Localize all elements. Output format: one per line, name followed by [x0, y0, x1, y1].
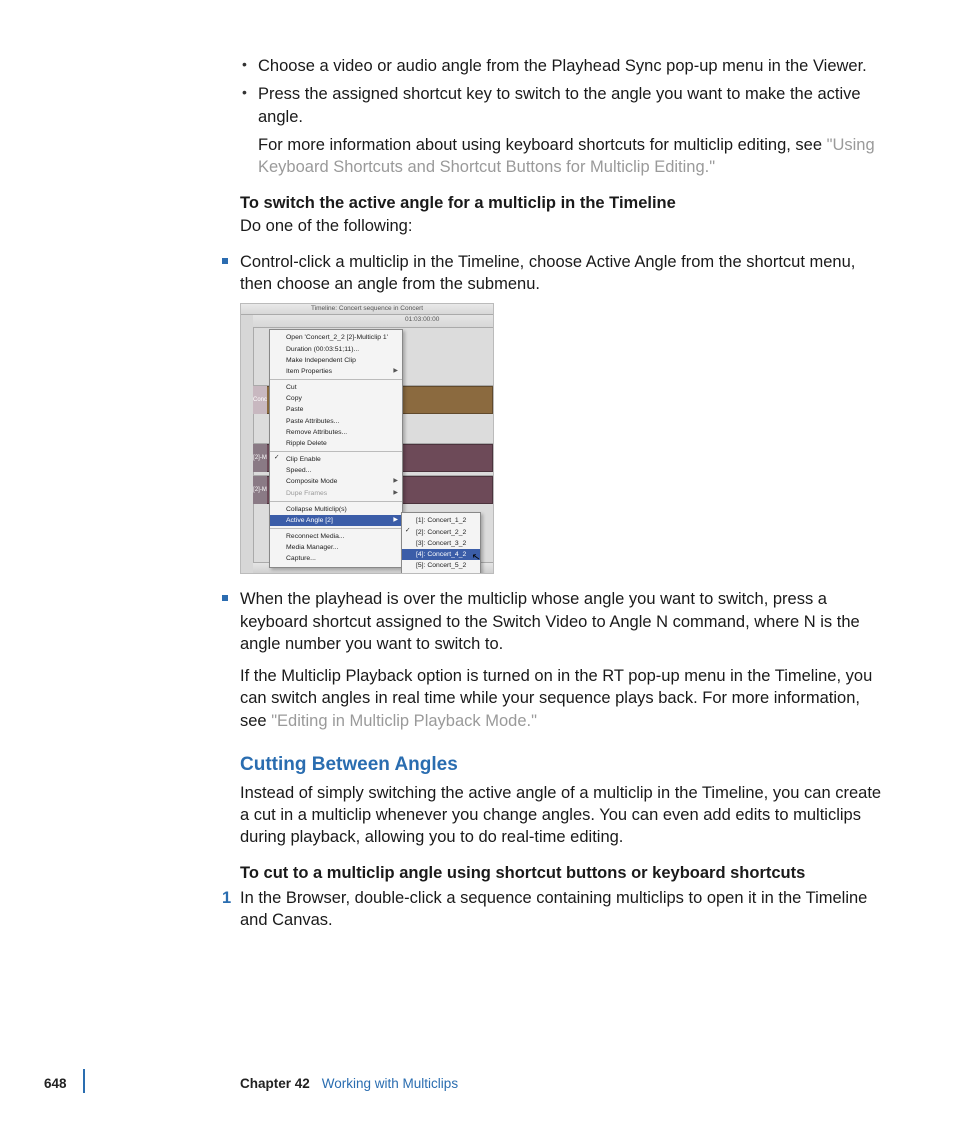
- list-item: When the playhead is over the multiclip …: [240, 588, 885, 732]
- menu-item-label: Active Angle [2]: [286, 517, 333, 524]
- procedure-sub: Do one of the following:: [240, 215, 885, 237]
- submenu-item[interactable]: [5]: Concert_5_2: [402, 560, 480, 571]
- procedure-heading: To cut to a multiclip angle using shortc…: [240, 862, 885, 884]
- track-label: Conc: [253, 386, 267, 414]
- submenu-item[interactable]: [2]: Concert_2_2: [402, 527, 480, 538]
- menu-item-active-angle[interactable]: Active Angle [2] ▶: [270, 515, 402, 526]
- active-angle-submenu[interactable]: [1]: Concert_1_2 [2]: Concert_2_2 [3]: C…: [401, 512, 481, 573]
- menu-item-collapse-multiclip[interactable]: Collapse Multiclip(s): [270, 504, 402, 515]
- bullet-list: Choose a video or audio angle from the P…: [240, 55, 885, 178]
- submenu-item-highlighted[interactable]: [4]: Concert_4_2: [402, 549, 480, 560]
- page-number: 648: [44, 1075, 67, 1093]
- cross-reference-link[interactable]: "Editing in Multiclip Playback Mode.": [271, 712, 537, 730]
- menu-item-ripple-delete[interactable]: Ripple Delete: [270, 438, 402, 449]
- menu-item-label: Dupe Frames: [286, 490, 327, 497]
- bullet-text: Press the assigned shortcut key to switc…: [258, 85, 861, 125]
- menu-item-clip-enable[interactable]: Clip Enable: [270, 454, 402, 465]
- note-text: For more information about using keyboar…: [258, 136, 827, 154]
- submenu-item[interactable]: [1]: Concert_1_2: [402, 515, 480, 526]
- bullet-text: Choose a video or audio angle from the P…: [258, 57, 867, 75]
- menu-item-paste[interactable]: Paste: [270, 404, 402, 415]
- menu-item-label: Item Properties: [286, 368, 332, 375]
- menu-item-copy[interactable]: Copy: [270, 393, 402, 404]
- footer-chapter: Chapter 42 Working with Multiclips: [240, 1075, 458, 1093]
- track-label: [2]-M: [253, 476, 267, 504]
- submenu-arrow-icon: ▶: [393, 516, 398, 524]
- timeline-screenshot-figure: Timeline: Concert sequence in Concert 01…: [240, 303, 494, 574]
- section-body: Instead of simply switching the active a…: [240, 782, 885, 849]
- list-item: Press the assigned shortcut key to switc…: [240, 83, 885, 178]
- menu-item-make-independent[interactable]: Make Independent Clip: [270, 355, 402, 366]
- square-bullet-list: Control-click a multiclip in the Timelin…: [240, 251, 885, 732]
- submenu-arrow-icon: ▶: [393, 477, 398, 485]
- submenu-arrow-icon: ▶: [393, 367, 398, 375]
- menu-item-remove-attributes[interactable]: Remove Attributes...: [270, 427, 402, 438]
- menu-item-item-properties[interactable]: Item Properties ▶: [270, 366, 402, 377]
- track-label: [2]-M: [253, 444, 267, 472]
- list-item: Control-click a multiclip in the Timelin…: [240, 251, 885, 575]
- context-menu[interactable]: Open 'Concert_2_2 [2]-Multiclip 1' Durat…: [269, 329, 403, 567]
- timecode-label: 01:03:00:00: [405, 316, 439, 325]
- submenu-item[interactable]: [3]: Concert_3_2: [402, 538, 480, 549]
- square-bullet-icon: [222, 258, 228, 264]
- chapter-label: Chapter 42: [240, 1076, 310, 1091]
- menu-item-label: Composite Mode: [286, 478, 337, 485]
- list-item-body: Control-click a multiclip in the Timelin…: [240, 251, 885, 296]
- menu-item-dupe-frames: Dupe Frames ▶: [270, 488, 402, 499]
- menu-item-composite-mode[interactable]: Composite Mode ▶: [270, 476, 402, 487]
- footer-rule: [83, 1069, 85, 1093]
- numbered-list: 1 In the Browser, double-click a sequenc…: [240, 887, 885, 932]
- list-item: Choose a video or audio angle from the P…: [240, 55, 885, 77]
- menu-item-cut[interactable]: Cut: [270, 382, 402, 393]
- bullet-note: For more information about using keyboar…: [258, 134, 885, 179]
- page-footer: 648 Chapter 42 Working with Multiclips: [0, 1075, 954, 1097]
- procedure-intro: To switch the active angle for a multicl…: [240, 192, 885, 237]
- menu-item-media-manager[interactable]: Media Manager...: [270, 542, 402, 553]
- content-column: Choose a video or audio angle from the P…: [240, 55, 885, 931]
- timeline-body: 01:03:00:00 Conc [2]-M [2]-M: [241, 315, 493, 573]
- step-text: In the Browser, double-click a sequence …: [240, 889, 867, 929]
- menu-item-paste-attributes[interactable]: Paste Attributes...: [270, 416, 402, 427]
- procedure-heading: To switch the active angle for a multicl…: [240, 192, 885, 214]
- submenu-arrow-icon: ▶: [393, 489, 398, 497]
- menu-item-reconnect-media[interactable]: Reconnect Media...: [270, 531, 402, 542]
- page: Choose a video or audio angle from the P…: [0, 0, 954, 1145]
- menu-item-speed[interactable]: Speed...: [270, 465, 402, 476]
- timeline-ruler: 01:03:00:00: [253, 315, 493, 328]
- menu-item-open[interactable]: Open 'Concert_2_2 [2]-Multiclip 1': [270, 332, 402, 343]
- square-bullet-icon: [222, 595, 228, 601]
- section-heading: Cutting Between Angles: [240, 752, 885, 778]
- window-titlebar: Timeline: Concert sequence in Concert: [241, 304, 493, 315]
- chapter-title: Working with Multiclips: [322, 1076, 458, 1091]
- menu-item-capture[interactable]: Capture...: [270, 553, 402, 564]
- list-item-paragraph: If the Multiclip Playback option is turn…: [240, 665, 885, 732]
- list-item-body: When the playhead is over the multiclip …: [240, 588, 885, 655]
- menu-item-duration[interactable]: Duration (00:03:51;11)...: [270, 344, 402, 355]
- step-number: 1: [222, 887, 231, 909]
- list-item: 1 In the Browser, double-click a sequenc…: [240, 887, 885, 932]
